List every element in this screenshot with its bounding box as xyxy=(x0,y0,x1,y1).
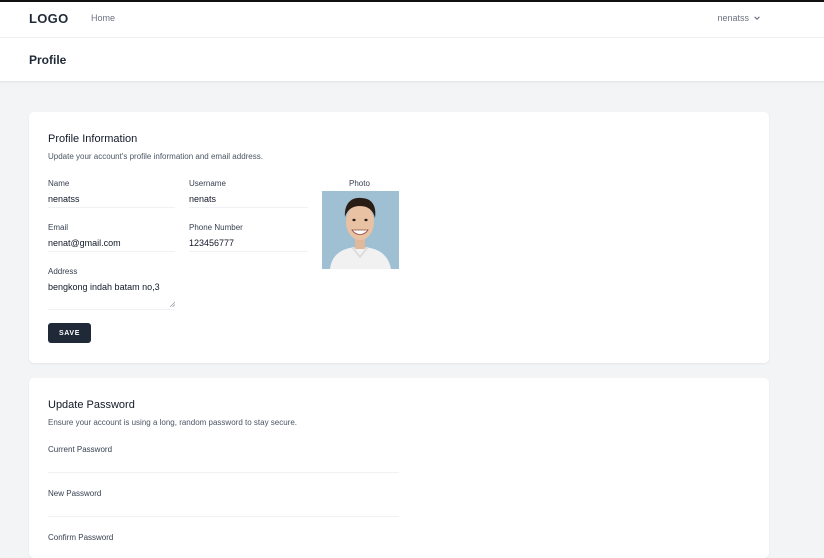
save-button[interactable]: SAVE xyxy=(48,323,91,343)
section-description: Ensure your account is using a long, ran… xyxy=(48,418,298,427)
page-title: Profile xyxy=(29,53,67,67)
email-label: Email xyxy=(48,223,69,232)
chevron-down-icon xyxy=(754,16,760,20)
profile-photo[interactable] xyxy=(322,191,399,269)
name-label: Name xyxy=(48,179,70,188)
new-password-label: New Password xyxy=(48,489,102,498)
address-textarea-border xyxy=(48,309,175,310)
page-header: Profile xyxy=(0,38,824,82)
section-title: Update Password xyxy=(48,399,135,411)
current-password-field[interactable] xyxy=(48,472,399,473)
email-field[interactable]: nenat@gmail.com xyxy=(48,238,121,248)
photo-label: Photo xyxy=(349,179,370,188)
profile-information-card: Profile Information Update your account'… xyxy=(29,112,769,363)
user-menu[interactable]: nenatss xyxy=(717,13,761,23)
update-password-card: Update Password Ensure your account is u… xyxy=(29,378,769,558)
username-field[interactable]: nenats xyxy=(189,194,216,204)
name-field-border xyxy=(48,207,175,208)
section-description: Update your account's profile informatio… xyxy=(48,152,263,161)
nav-link-home[interactable]: Home xyxy=(91,13,115,23)
phone-field[interactable]: 123456777 xyxy=(189,238,234,248)
phone-label: Phone Number xyxy=(189,223,243,232)
phone-field-border xyxy=(189,251,308,252)
logo[interactable]: LOGO xyxy=(29,11,68,26)
navbar: LOGO Home nenatss xyxy=(0,2,824,38)
name-field[interactable]: nenatss xyxy=(48,194,80,204)
section-title: Profile Information xyxy=(48,133,138,145)
address-label: Address xyxy=(48,267,78,276)
new-password-field[interactable] xyxy=(48,516,399,517)
username-field-border xyxy=(189,207,308,208)
resize-handle-icon[interactable] xyxy=(169,301,175,307)
avatar-photo xyxy=(322,191,399,269)
address-textarea[interactable]: bengkong indah batam no,3 xyxy=(48,282,160,292)
username-label: Username xyxy=(189,179,226,188)
email-field-border xyxy=(48,251,175,252)
current-password-label: Current Password xyxy=(48,445,113,454)
user-menu-label: nenatss xyxy=(717,13,749,23)
